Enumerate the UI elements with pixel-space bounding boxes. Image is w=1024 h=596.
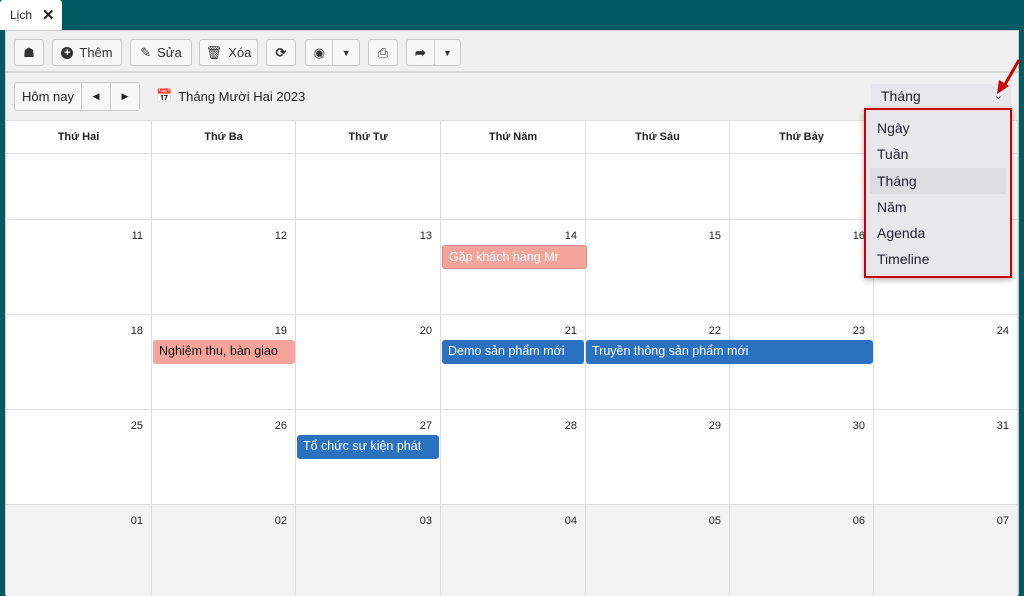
day-cell[interactable]: 30: [730, 410, 874, 504]
share-icon: ➦: [415, 44, 426, 60]
prev-button[interactable]: ◀: [82, 83, 111, 110]
toolbar: ☗ + Thêm ✎ Sửa 🗑 Xóa ⟳ ◉ ▼ ⎙ ➦ ▼: [6, 31, 1018, 73]
share-button[interactable]: ➦ ▼: [406, 39, 461, 66]
binoculars-icon: ☗: [23, 44, 35, 60]
period-label: Tháng Mười Hai 2023: [178, 88, 306, 104]
view-selected: Tháng: [881, 88, 921, 104]
day-cell[interactable]: 29: [586, 410, 730, 504]
day-cell[interactable]: 01: [6, 505, 152, 596]
day-cell[interactable]: 02: [152, 505, 296, 596]
view-option[interactable]: Timeline: [870, 246, 1006, 272]
tab-label: Lịch: [10, 8, 33, 22]
day-cell[interactable]: 26: [152, 410, 296, 504]
day-cell[interactable]: 20: [296, 315, 441, 409]
add-button[interactable]: + Thêm: [52, 39, 122, 66]
view-option[interactable]: Tuần: [870, 141, 1006, 167]
day-cell[interactable]: [296, 154, 441, 219]
calendar-icon: 📅: [156, 88, 173, 103]
day-cell[interactable]: 03: [296, 505, 441, 596]
day-cell[interactable]: [730, 154, 874, 219]
day-cell[interactable]: 16: [730, 220, 874, 314]
view-dropdown: Ngày Tuần Tháng Năm Agenda Timeline: [864, 108, 1012, 278]
print-icon: ⎙: [377, 44, 389, 60]
search-button[interactable]: ☗: [14, 39, 44, 66]
view-button[interactable]: ◉ ▼: [305, 39, 360, 66]
date-nav: Hôm nay ◀ ▶: [14, 82, 140, 111]
day-cell[interactable]: 12: [152, 220, 296, 314]
today-button[interactable]: Hôm nay: [15, 83, 82, 110]
week-row: 18 19 20 21 22 23 24 Nghiệm thu, bàn giao Demo s…: [6, 314, 1018, 409]
edit-button[interactable]: ✎ Sửa: [130, 39, 192, 66]
plus-circle-icon: +: [61, 46, 74, 59]
day-cell[interactable]: 11: [6, 220, 152, 314]
weekday-header-cell: Thứ Hai: [6, 121, 152, 153]
period-title: 📅 Tháng Mười Hai 2023: [156, 88, 305, 104]
caret-down-icon[interactable]: ▼: [333, 48, 359, 58]
day-cell[interactable]: 25: [6, 410, 152, 504]
next-button[interactable]: ▶: [111, 83, 139, 110]
day-cell[interactable]: 28: [441, 410, 586, 504]
weekday-header-cell: Thứ Sáu: [586, 121, 730, 153]
week-row: 25 26 27 28 29 30 31 Tổ chức sự kiện phát: [6, 409, 1018, 504]
weekday-header-cell: Thứ Tư: [296, 121, 441, 153]
calendar-event[interactable]: Gặp khách hàng Mr: [442, 245, 587, 269]
refresh-button[interactable]: ⟳: [266, 39, 296, 66]
day-cell[interactable]: 15: [586, 220, 730, 314]
weekday-header-cell: Thứ Ba: [152, 121, 296, 153]
view-select[interactable]: Tháng ⌄: [871, 84, 1011, 108]
day-cell[interactable]: 05: [586, 505, 730, 596]
view-option[interactable]: Agenda: [870, 220, 1006, 246]
day-cell[interactable]: [6, 154, 152, 219]
day-cell[interactable]: 24: [874, 315, 1018, 409]
day-cell[interactable]: [441, 154, 586, 219]
day-cell[interactable]: 18: [6, 315, 152, 409]
view-option[interactable]: Năm: [870, 194, 1006, 220]
calendar-event[interactable]: Tổ chức sự kiện phát: [297, 435, 439, 459]
day-cell[interactable]: 07: [874, 505, 1018, 596]
tab-lich[interactable]: Lịch ✕: [0, 0, 62, 30]
day-cell[interactable]: 13: [296, 220, 441, 314]
eye-icon: ◉: [313, 44, 325, 60]
pencil-icon: ✎: [140, 44, 152, 60]
weekday-header-cell: Thứ Bảy: [730, 121, 874, 153]
arrow-annotation-icon: [997, 59, 1021, 94]
edit-label: Sửa: [157, 45, 182, 60]
delete-label: Xóa: [228, 45, 252, 60]
day-cell[interactable]: [586, 154, 730, 219]
close-icon[interactable]: ✕: [42, 6, 55, 24]
caret-down-icon[interactable]: ▼: [435, 48, 460, 58]
weekday-header-cell: Thứ Năm: [441, 121, 586, 153]
print-button[interactable]: ⎙: [368, 39, 398, 66]
add-label: Thêm: [79, 45, 113, 60]
week-row: 01 02 03 04 05 06 07: [6, 504, 1018, 596]
day-cell[interactable]: 06: [730, 505, 874, 596]
day-cell[interactable]: 04: [441, 505, 586, 596]
refresh-icon: ⟳: [275, 44, 287, 60]
view-option[interactable]: Tháng: [870, 167, 1006, 194]
view-option[interactable]: Ngày: [870, 115, 1006, 141]
day-cell[interactable]: [152, 154, 296, 219]
trash-icon: 🗑: [205, 44, 223, 60]
calendar-event[interactable]: Truyền thông sản phẩm mới: [586, 340, 873, 364]
calendar-event[interactable]: Nghiệm thu, bàn giao: [153, 340, 295, 364]
delete-button[interactable]: 🗑 Xóa: [199, 39, 258, 66]
day-cell[interactable]: 31: [874, 410, 1018, 504]
calendar-event[interactable]: Demo sản phẩm mới: [442, 340, 584, 364]
